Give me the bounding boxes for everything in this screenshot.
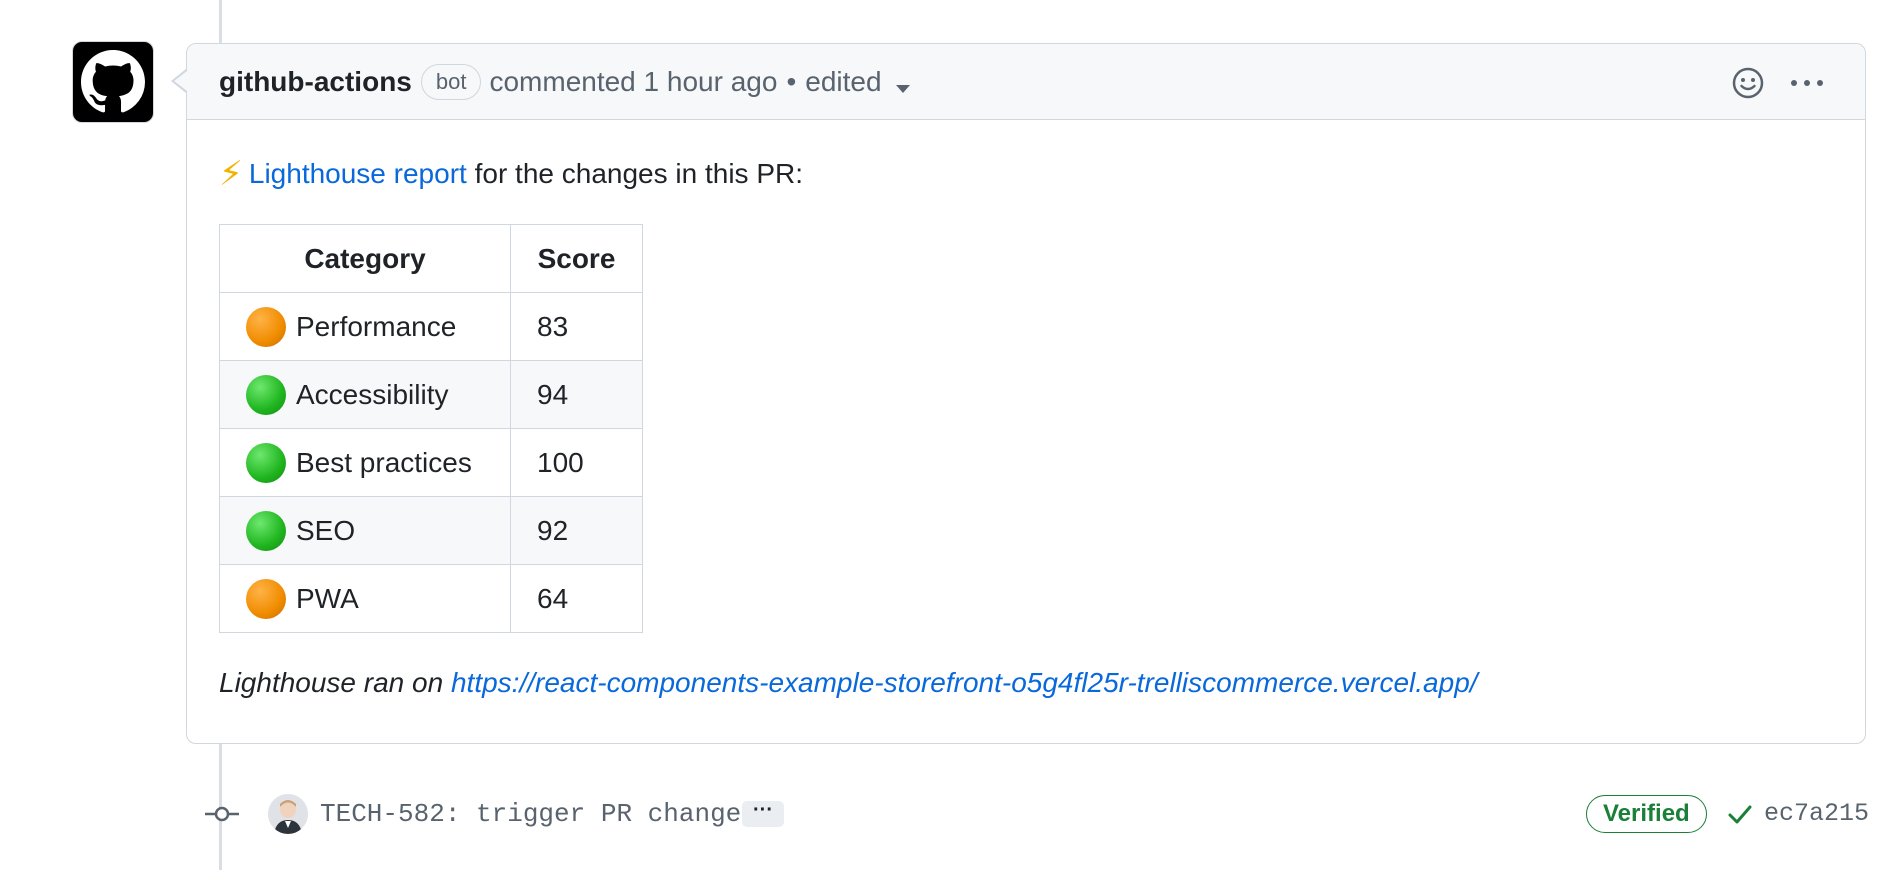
category-cell: PWA <box>219 564 511 633</box>
comment-body: ⚡ Lighthouse report for the changes in t… <box>187 120 1865 699</box>
commit-row: TECH-582: trigger PR change ··· Verified… <box>0 790 1878 842</box>
category-cell: Accessibility <box>219 360 511 429</box>
timeline-line-top <box>219 0 222 43</box>
github-octocat-icon <box>81 50 145 113</box>
footer-prefix: Lighthouse ran on <box>219 667 451 698</box>
author-name[interactable]: github-actions <box>219 66 412 98</box>
verified-badge[interactable]: Verified <box>1586 795 1707 833</box>
lighthouse-footer: Lighthouse ran on https://react-componen… <box>219 667 1833 699</box>
table-row: SEO 92 <box>219 496 643 565</box>
green-circle-icon <box>246 510 286 551</box>
column-header-category: Category <box>219 224 511 293</box>
bot-avatar[interactable] <box>72 41 154 123</box>
chevron-down-icon <box>895 84 910 93</box>
orange-circle-icon <box>246 306 286 347</box>
comment-timestamp[interactable]: commented 1 hour ago <box>489 66 777 98</box>
table-row: Best practices 100 <box>219 428 643 497</box>
git-commit-icon <box>205 806 239 822</box>
header-actions <box>1731 66 1825 100</box>
kebab-icon[interactable] <box>1789 66 1825 100</box>
comment-card: github-actions bot commented 1 hour ago … <box>186 43 1866 744</box>
score-cell: 100 <box>510 428 643 497</box>
edited-label: edited <box>805 65 882 97</box>
category-label: Best practices <box>296 446 472 478</box>
smiley-icon[interactable] <box>1731 66 1765 100</box>
category-label: SEO <box>296 514 356 546</box>
edited-dropdown[interactable]: edited <box>805 65 910 98</box>
category-label: PWA <box>296 582 359 614</box>
deployment-url-link[interactable]: https://react-components-example-storefr… <box>451 667 1478 698</box>
intro-text: for the changes in this PR: <box>466 158 803 189</box>
intro-line: ⚡ Lighthouse report for the changes in t… <box>219 154 1833 194</box>
table-row: Performance 83 <box>219 292 643 361</box>
score-cell: 92 <box>510 496 643 565</box>
score-cell: 94 <box>510 360 643 429</box>
column-header-score: Score <box>510 224 643 293</box>
category-cell: Best practices <box>219 428 511 497</box>
comment-header: github-actions bot commented 1 hour ago … <box>187 44 1865 120</box>
category-cell: Performance <box>219 292 511 361</box>
scores-table: Category Score Performance 83 Accessibil… <box>219 224 643 633</box>
green-circle-icon <box>246 442 286 483</box>
table-row: PWA 64 <box>219 564 643 633</box>
lighthouse-report-link[interactable]: Lighthouse report <box>249 158 467 190</box>
lightning-icon: ⚡ <box>219 155 243 193</box>
table-header-row: Category Score <box>219 224 643 293</box>
score-cell: 64 <box>510 564 643 633</box>
commit-message-link[interactable]: TECH-582: trigger PR change <box>320 799 741 829</box>
check-icon[interactable] <box>1726 800 1754 828</box>
score-cell: 83 <box>510 292 643 361</box>
expand-commit-button[interactable]: ··· <box>742 800 784 827</box>
table-row: Accessibility 94 <box>219 360 643 429</box>
committer-avatar[interactable] <box>268 794 308 834</box>
user-avatar-icon <box>268 794 308 834</box>
orange-circle-icon <box>246 578 286 619</box>
category-label: Accessibility <box>296 378 449 410</box>
category-label: Performance <box>296 310 457 342</box>
comment-pointer-fill <box>174 71 187 91</box>
category-cell: SEO <box>219 496 511 565</box>
header-separator: • <box>786 65 797 97</box>
commit-sha-link[interactable]: ec7a215 <box>1764 799 1869 828</box>
green-circle-icon <box>246 374 286 415</box>
bot-badge: bot <box>420 63 482 100</box>
